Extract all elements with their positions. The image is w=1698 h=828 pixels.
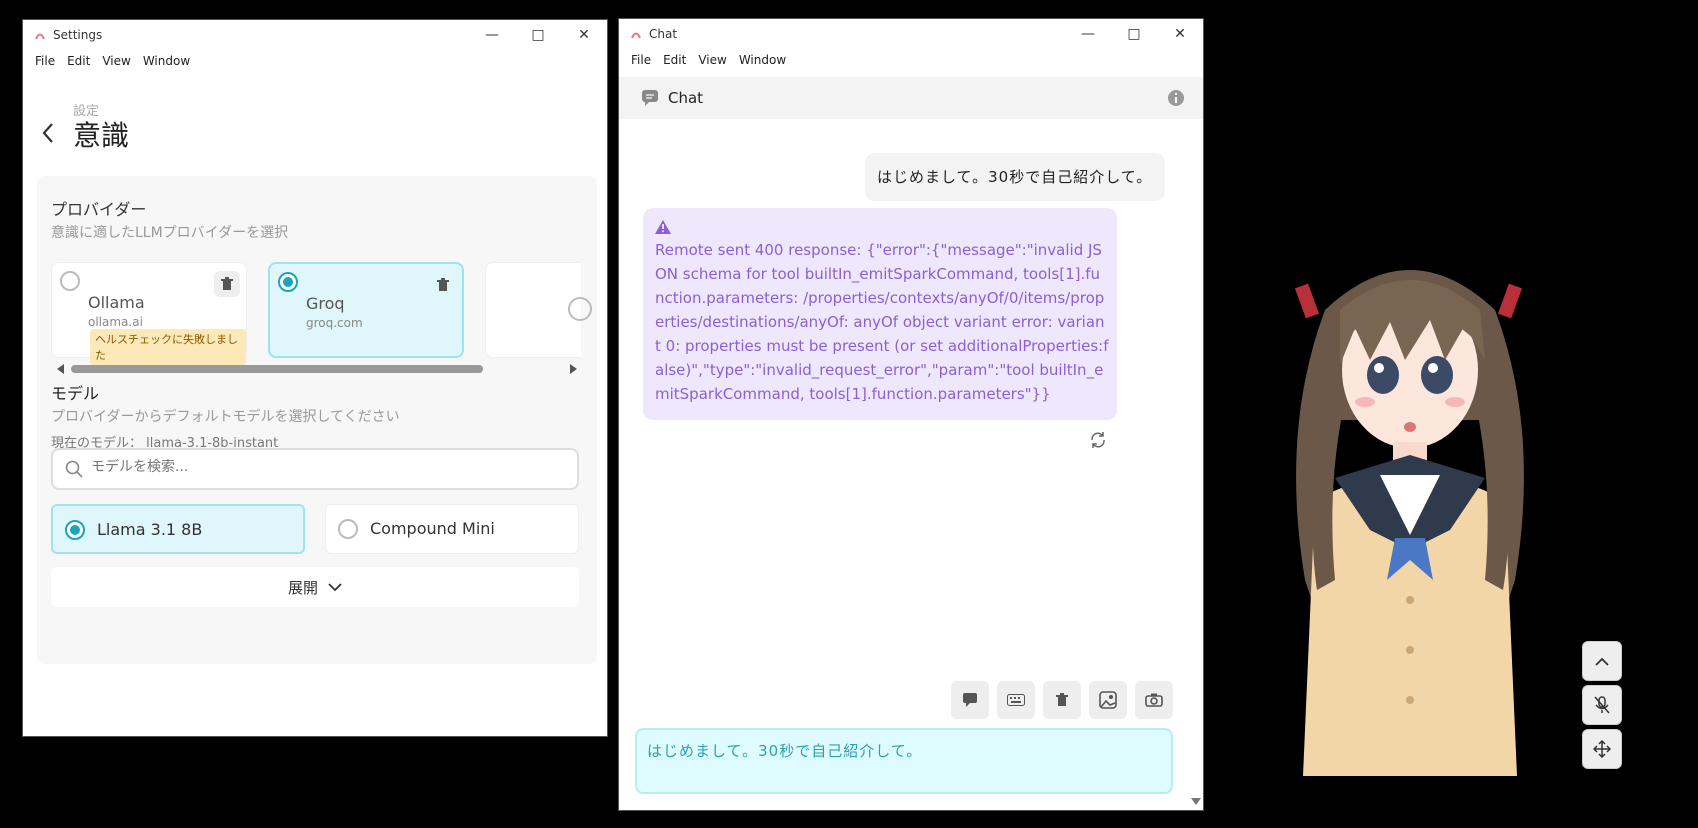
- chat-icon: [642, 90, 658, 106]
- error-message-bubble: Remote sent 400 response: {"error":{"mes…: [643, 208, 1117, 420]
- info-icon[interactable]: [1167, 89, 1185, 107]
- menu-file[interactable]: File: [29, 54, 61, 68]
- error-message-text: Remote sent 400 response: {"error":{"mes…: [655, 241, 1109, 403]
- chat-bubble-icon[interactable]: [951, 681, 989, 719]
- page-title: 意識: [73, 119, 130, 152]
- provider-name: Ollama: [88, 293, 145, 312]
- anime-character-avatar: [1294, 270, 1524, 776]
- scroll-down-icon[interactable]: [1191, 798, 1201, 806]
- model-name: Compound Mini: [370, 519, 495, 538]
- user-message-bubble: はじめまして。30秒で自己紹介して。: [865, 153, 1165, 201]
- close-button[interactable]: ✕: [561, 20, 607, 50]
- provider-section-title: プロバイダー: [51, 200, 147, 219]
- radio-button[interactable]: [338, 519, 358, 539]
- health-check-warning-badge: ヘルスチェックに失敗しました: [90, 329, 246, 365]
- app-logo-icon: [629, 27, 643, 41]
- maximize-button[interactable]: □: [515, 20, 561, 50]
- settings-titlebar: Settings — □ ✕: [23, 20, 607, 50]
- warning-icon: [655, 220, 671, 234]
- provider-card-partial[interactable]: [485, 262, 592, 358]
- chat-input-box[interactable]: はじめまして。30秒で自己紹介して。: [635, 728, 1173, 794]
- trash-icon[interactable]: [430, 272, 456, 298]
- horizontal-scrollbar[interactable]: [57, 362, 583, 374]
- scroll-right-icon[interactable]: [569, 364, 577, 374]
- model-search-input[interactable]: [91, 459, 551, 475]
- menu-window[interactable]: Window: [137, 54, 196, 68]
- radio-button[interactable]: [568, 297, 592, 321]
- provider-card-groq[interactable]: Groq groq.com: [268, 262, 464, 358]
- scroll-left-icon[interactable]: [57, 364, 65, 374]
- regenerate-icon[interactable]: [1089, 431, 1107, 449]
- chat-header-title: Chat: [668, 89, 704, 107]
- trash-icon[interactable]: [1043, 681, 1081, 719]
- chat-header: Chat: [619, 77, 1203, 119]
- menu-view[interactable]: View: [692, 53, 732, 67]
- minimize-button[interactable]: —: [1065, 19, 1111, 49]
- close-button[interactable]: ✕: [1157, 19, 1203, 49]
- move-icon[interactable]: [1582, 729, 1622, 769]
- chevron-down-icon: [328, 582, 342, 591]
- radio-button[interactable]: [60, 271, 80, 291]
- chat-titlebar: Chat — □ ✕: [619, 19, 1203, 49]
- menu-window[interactable]: Window: [733, 53, 792, 67]
- search-icon: [65, 460, 83, 478]
- menu-edit[interactable]: Edit: [61, 54, 96, 68]
- model-search-box[interactable]: [51, 448, 579, 490]
- radio-button-selected[interactable]: [65, 520, 85, 540]
- provider-section-description: 意識に適したLLMプロバイダーを選択: [51, 225, 289, 241]
- radio-button-selected[interactable]: [278, 272, 298, 292]
- app-logo-icon: [33, 28, 47, 42]
- chevron-up-icon[interactable]: [1582, 641, 1622, 681]
- provider-url: groq.com: [306, 316, 363, 330]
- maximize-button[interactable]: □: [1111, 19, 1157, 49]
- camera-icon[interactable]: [1135, 681, 1173, 719]
- model-section-description: プロバイダーからデフォルトモデルを選択してください: [51, 409, 400, 425]
- menu-view[interactable]: View: [96, 54, 136, 68]
- menu-bar: File Edit View Window: [23, 50, 607, 72]
- minimize-button[interactable]: —: [469, 20, 515, 50]
- keyboard-icon[interactable]: [997, 681, 1035, 719]
- expand-button[interactable]: 展開: [51, 567, 579, 607]
- image-icon[interactable]: [1089, 681, 1127, 719]
- menu-bar: File Edit View Window: [619, 49, 1203, 71]
- model-card-llama[interactable]: Llama 3.1 8B: [51, 504, 305, 554]
- window-title: Settings: [53, 28, 103, 42]
- provider-card-ollama[interactable]: Ollama ollama.ai ヘルスチェックに失敗しました: [51, 262, 247, 365]
- provider-name: Groq: [306, 294, 345, 313]
- provider-url: ollama.ai: [88, 315, 143, 329]
- microphone-off-icon[interactable]: [1582, 685, 1622, 725]
- trash-icon[interactable]: [214, 271, 240, 297]
- model-name: Llama 3.1 8B: [97, 520, 203, 539]
- chat-window: Chat — □ ✕ File Edit View Window Chat はじ…: [618, 18, 1204, 811]
- settings-window: Settings — □ ✕ File Edit View Window 設定 …: [22, 19, 608, 737]
- back-arrow-icon[interactable]: [41, 122, 55, 150]
- chat-toolbar: [951, 681, 1173, 719]
- scroll-thumb[interactable]: [71, 365, 483, 373]
- window-title: Chat: [649, 27, 678, 41]
- chat-input[interactable]: はじめまして。30秒で自己紹介して。: [647, 740, 1157, 784]
- model-card-compound-mini[interactable]: Compound Mini: [325, 504, 579, 554]
- model-section-title: モデル: [51, 384, 100, 403]
- menu-file[interactable]: File: [625, 53, 657, 67]
- expand-label: 展開: [287, 578, 318, 597]
- menu-edit[interactable]: Edit: [657, 53, 692, 67]
